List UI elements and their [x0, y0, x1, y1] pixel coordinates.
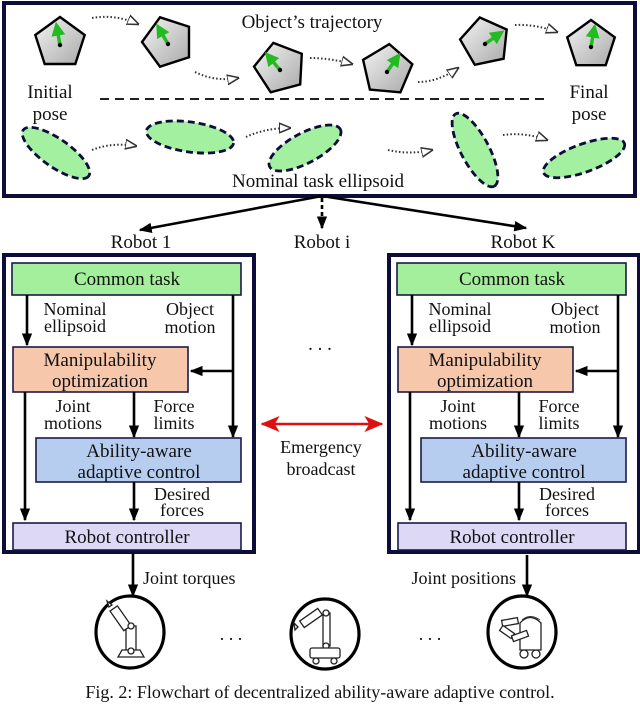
initial-pose-label-line2: pose	[33, 104, 68, 125]
object-motion-label: motion	[549, 317, 600, 337]
emergency-label-line1: Emergency	[280, 437, 362, 457]
robot-i-label: Robot i	[294, 232, 350, 253]
robots-ellipsis-right: . . .	[419, 624, 442, 644]
trajectory-arrow	[194, 71, 238, 79]
manipulability-label: Manipulability	[44, 350, 157, 371]
trajectory-arrow	[417, 68, 458, 83]
ellipsoid-arrow	[245, 128, 290, 138]
adaptive-control-box: Ability-awareadaptive control	[35, 437, 242, 483]
common-task-label: Common task	[74, 269, 181, 290]
nominal-ellipsoid-label: ellipsoid	[429, 316, 491, 336]
robot-1-label: Robot 1	[111, 232, 172, 253]
robot-1-block: Common taskNominalellipsoidObjectmotionM…	[2, 253, 256, 554]
common-task-box: Common task	[11, 262, 242, 296]
robot-controller-label: Robot controller	[449, 527, 575, 548]
manipulability-label: Manipulability	[429, 350, 542, 371]
ellipsoid-arrow	[387, 150, 432, 153]
common-task-label: Common task	[459, 269, 566, 290]
trajectory-arrow	[91, 17, 138, 24]
object-motion-label: motion	[164, 317, 215, 337]
joint-torques-label: Joint torques	[143, 568, 236, 588]
robot-k-block: Common taskNominalellipsoidObjectmotionM…	[387, 253, 640, 554]
nominal-ellipsoid-label: ellipsoid	[44, 316, 106, 336]
dual-arm-mobile-robot-icon	[486, 594, 558, 670]
final-pose-label-line1: Final	[569, 82, 608, 103]
desired-forces-label: forces	[160, 500, 204, 520]
arrow-to-robot-1	[138, 194, 323, 233]
mobile-arm-robot-icon	[289, 597, 361, 671]
joint-positions-label: Joint positions	[411, 568, 516, 588]
outputs: Joint torques Joint positions . . . . . …	[94, 553, 558, 671]
ellipsoid-arrow	[91, 145, 136, 151]
robots-ellipsis-left: . . .	[220, 624, 243, 644]
initial-pose-label-line1: Initial	[27, 82, 72, 103]
manipulability-optimization-box: Manipulabilityoptimization	[12, 346, 189, 393]
task-ellipsoid	[450, 111, 500, 189]
flowchart-figure: Object’s trajectory Nominal task ellipso…	[2, 1, 640, 702]
object-pose-pentagon	[565, 18, 617, 67]
force-limits-label: limits	[538, 413, 579, 433]
figure-caption: Fig. 2: Flowchart of decentralized abili…	[85, 682, 554, 702]
fixed-arm-robot-icon	[94, 594, 166, 670]
final-pose-label-line2: pose	[572, 104, 607, 125]
adaptive-control-label: Ability-aware	[86, 441, 192, 462]
nominal-task-ellipsoid-label: Nominal task ellipsoid	[232, 171, 405, 192]
adaptive-control-label: adaptive control	[78, 462, 201, 483]
task-ellipsoid	[541, 136, 627, 180]
robot-controller-box: Robot controller	[397, 522, 627, 551]
ellipsoid-arrow	[502, 134, 547, 140]
robot-block-frame	[2, 253, 256, 554]
emergency-broadcast: Emergency broadcast	[260, 416, 384, 479]
desired-forces-label: forces	[545, 500, 589, 520]
manipulability-optimization-box: Manipulabilityoptimization	[397, 346, 574, 393]
robot-k-label: Robot K	[491, 232, 556, 253]
task-ellipsoid	[20, 125, 92, 181]
emergency-label-line2: broadcast	[287, 459, 356, 479]
joint-motions-label: motions	[429, 413, 487, 433]
adaptive-control-box: Ability-awareadaptive control	[420, 437, 627, 483]
robot-block-frame	[387, 253, 640, 554]
object-pose-pentagon	[361, 42, 414, 94]
adaptive-control-label: adaptive control	[463, 462, 586, 483]
arrow-to-robot-k	[321, 194, 528, 232]
adaptive-control-label: Ability-aware	[471, 441, 577, 462]
object-pose-pentagon	[252, 41, 304, 94]
robot-controller-box: Robot controller	[12, 522, 242, 551]
trajectory-arrow	[514, 25, 557, 32]
robot-controller-label: Robot controller	[64, 527, 190, 548]
object-pose-pentagon	[458, 16, 508, 67]
top-panel: Object’s trajectory Nominal task ellipso…	[2, 1, 637, 198]
task-ellipsoid	[144, 119, 236, 155]
object-motion-label: Object	[551, 299, 599, 319]
force-limits-label: limits	[153, 413, 194, 433]
trajectory-arrow	[309, 58, 352, 64]
object-trajectory-label: Object’s trajectory	[242, 12, 383, 33]
object-pose-pentagon	[140, 15, 191, 69]
common-task-box: Common task	[396, 262, 627, 296]
object-motion-label: Object	[166, 299, 214, 319]
manipulability-label: optimization	[437, 371, 534, 392]
middle-ellipsis: . . .	[308, 334, 332, 355]
object-pose-pentagon	[33, 15, 87, 66]
manipulability-label: optimization	[52, 371, 149, 392]
joint-motions-label: motions	[44, 413, 102, 433]
